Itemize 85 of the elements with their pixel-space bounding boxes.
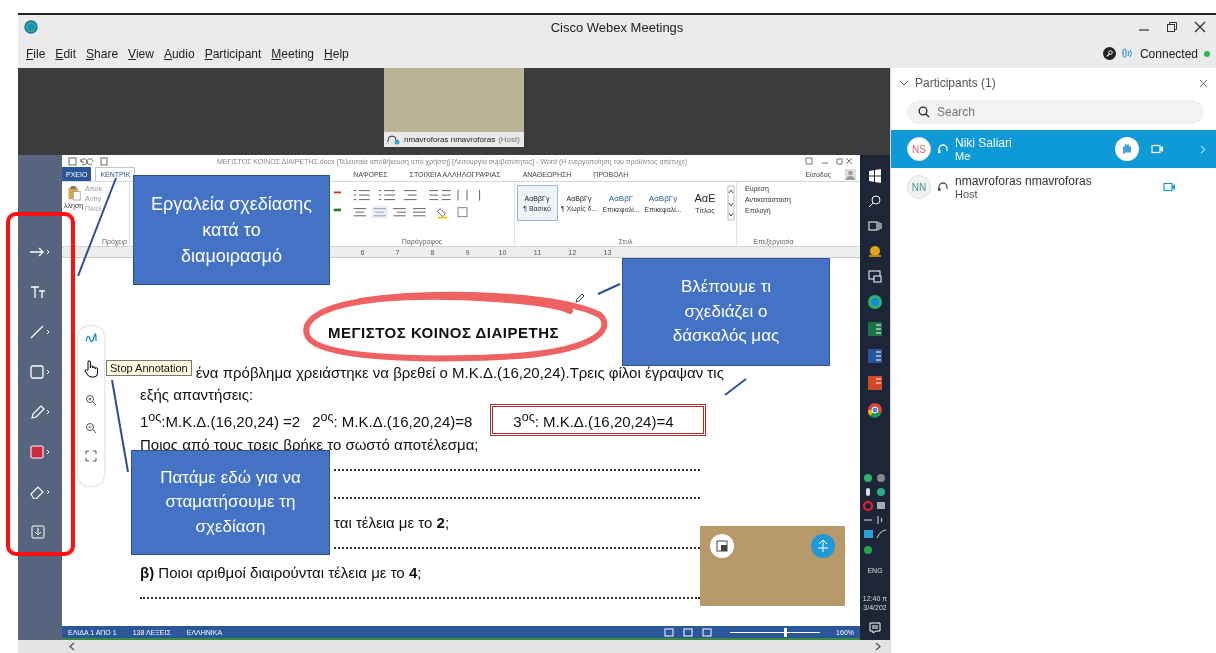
participant-row[interactable]: NN nmavroforas nmavroforas Host	[891, 168, 1216, 206]
participant-role: Me	[955, 150, 972, 162]
gallery-scroll-icon[interactable]	[726, 185, 735, 221]
answer-text: 1$^{ος}$:Μ.Κ.Δ.(16,20,24) =2	[140, 410, 301, 430]
scroll-left-icon[interactable]	[68, 642, 76, 651]
participant-name: nmavroforas nmavroforas	[404, 135, 496, 144]
arrow-tool-icon[interactable]	[29, 245, 51, 259]
participant-name: Niki Saliari	[955, 136, 1013, 150]
document-text: ένα πρόβλημα χρειάστηκε να βρεθεί ο Μ.Κ.Δ.(16,20,24).Τρεις φίλοι έγραψαν τις	[195, 364, 724, 381]
fit-screen-icon[interactable]	[85, 450, 97, 462]
window-title: Cisco Webex Meetings	[550, 19, 684, 35]
participant-name: nmavroforas nmavroforas	[955, 174, 1093, 188]
participant-role: (Host)	[498, 135, 520, 144]
menu-item[interactable]: Share	[82, 44, 123, 63]
hand-cursor-icon	[84, 360, 98, 378]
panel-title: Participants (1)	[915, 76, 997, 90]
scroll-right-icon[interactable]	[874, 642, 882, 651]
raise-hand-icon[interactable]	[1115, 137, 1139, 161]
leader-line	[724, 378, 747, 396]
menu-item[interactable]: Help	[320, 44, 353, 63]
menu-item[interactable]: Meeting	[267, 44, 319, 63]
eraser-tool-icon[interactable]	[29, 485, 51, 499]
horizontal-scrollbar[interactable]	[18, 640, 890, 653]
zoom-out-icon[interactable]	[85, 422, 97, 434]
answer-text: 2$^{ος}$: Μ.Κ.Δ.(16,20,24)=8	[312, 410, 473, 430]
collapse-icon[interactable]	[899, 79, 909, 87]
search-icon[interactable]	[868, 194, 882, 208]
badge-app-icon[interactable]	[867, 244, 883, 258]
zoom-in-icon[interactable]	[85, 394, 97, 406]
avatar-initials: NS	[912, 143, 926, 155]
document-text: εξής απαντήσεις:	[140, 386, 254, 403]
close-icon[interactable]	[1199, 78, 1208, 88]
rectangle-tool-icon[interactable]	[29, 365, 51, 379]
task-view-icon[interactable]	[868, 219, 882, 233]
menu-item[interactable]: Edit	[51, 44, 81, 63]
paste-icon[interactable]	[66, 185, 81, 201]
color-tool-icon[interactable]	[29, 445, 51, 459]
close-icon[interactable]	[1194, 21, 1206, 33]
presentation-icon[interactable]	[867, 375, 883, 391]
layout-icon[interactable]	[710, 534, 734, 558]
participant-role: Host	[955, 188, 979, 200]
highlight-box: 3$^{ος}$: Μ.Κ.Δ.(16,20,24)=4	[490, 404, 707, 436]
zoom-slider[interactable]	[730, 627, 821, 637]
video-icon[interactable]	[1151, 144, 1164, 154]
search-field[interactable]: Search	[907, 100, 1204, 124]
pen-tool-icon[interactable]	[29, 405, 51, 419]
slider-thumb[interactable]	[784, 627, 788, 637]
headset-icon	[937, 143, 949, 155]
tooltip: Stop Annotation	[106, 360, 192, 376]
account-icon[interactable]	[845, 168, 856, 180]
headset-icon	[937, 181, 949, 193]
tray-icons-drawing[interactable]	[862, 472, 888, 556]
document-text: β) Ποιοι αριθμοί διαιρούνται τέλεια με το 4;	[140, 564, 422, 581]
callout-box: Πατάμε εδώ για να σταματήσουμε τη σχεδίαση	[131, 450, 330, 555]
line-tool-icon[interactable]	[29, 325, 51, 339]
avatar-initials: NN	[911, 181, 927, 193]
app-logo-icon	[24, 20, 38, 34]
audio-icon[interactable]	[1121, 47, 1134, 60]
connection-status: Connected	[1139, 46, 1198, 61]
menu-item[interactable]: Audio	[159, 44, 199, 63]
start-icon[interactable]	[868, 169, 882, 183]
restore-icon[interactable]	[1166, 21, 1178, 33]
document-icon[interactable]	[867, 348, 883, 364]
callout-box: Βλέπουμε τι σχεδιάζει ο δάσκαλός μας	[622, 258, 830, 366]
menu-item[interactable]: File	[22, 44, 50, 63]
spreadsheet-icon[interactable]	[867, 321, 883, 337]
annotate-icon[interactable]	[84, 332, 98, 344]
callout-box: Εργαλεία σχεδίασης κατά το διαμοιρασμό	[133, 175, 330, 285]
search-icon	[918, 106, 930, 118]
screen-app-icon[interactable]	[868, 269, 882, 283]
view-modes-icon[interactable]	[664, 627, 715, 637]
document-heading: ΜΕΓΙΣΤΟΣ ΚΟΙΝΟΣ ΔΙΑΙΡΕΤΗΣ	[328, 324, 559, 343]
sphere-app-icon[interactable]	[867, 294, 883, 310]
participant-row[interactable]: NS Niki Saliari Me	[891, 130, 1216, 168]
menu-item[interactable]: View	[124, 44, 158, 63]
notification-icon[interactable]	[869, 622, 881, 634]
menu-item[interactable]: Participant	[200, 44, 266, 63]
headset-icon	[387, 134, 401, 145]
video-icon[interactable]	[1163, 182, 1176, 192]
document-text: ται τέλεια με το 2;	[334, 514, 450, 531]
key-icon[interactable]	[1102, 47, 1116, 60]
pencil-cursor-icon	[575, 293, 585, 303]
chevron-right-icon[interactable]	[1200, 144, 1206, 154]
browser-icon[interactable]	[867, 402, 883, 418]
leader-line	[597, 283, 621, 295]
